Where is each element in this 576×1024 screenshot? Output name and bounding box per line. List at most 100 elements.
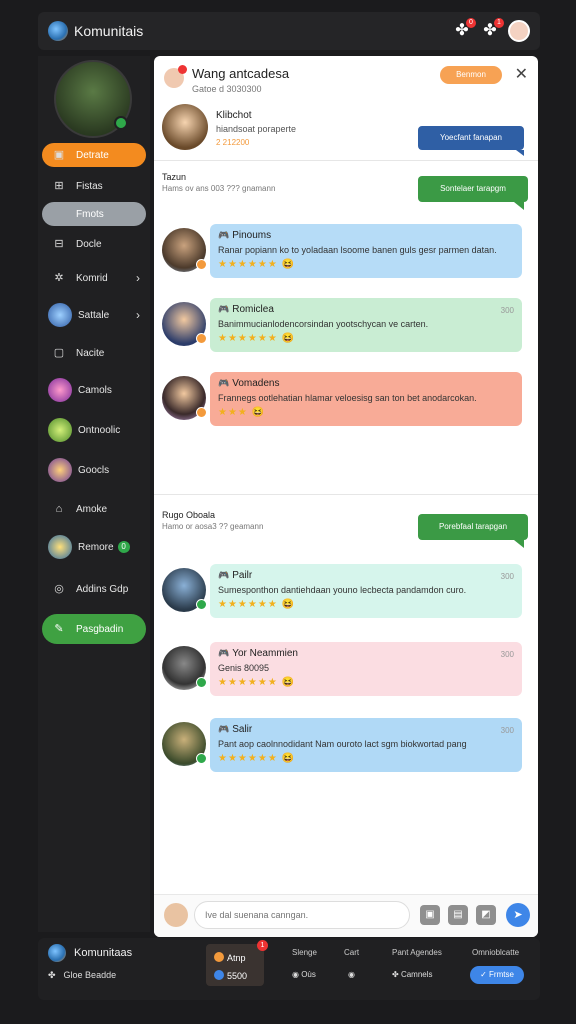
sidebar-item-remore[interactable]: Remore 0 xyxy=(42,535,146,559)
game-icon[interactable]: ✤ 1 xyxy=(480,18,504,41)
game-icon xyxy=(48,303,72,327)
avatar xyxy=(162,228,207,272)
message-time: 300 xyxy=(500,726,514,735)
rating-stars: ★★★★★★ 😆 xyxy=(218,333,514,344)
avatar xyxy=(162,568,207,612)
highlight-row: Klibchot hiandsoat poraperte 2 212200 Yo… xyxy=(162,104,532,156)
user-avatar[interactable] xyxy=(508,20,530,42)
count-badge: 0 xyxy=(117,541,130,553)
message-text: Genis 80095 xyxy=(218,663,270,673)
message-composer: ▣ ▤ ◩ ➤ xyxy=(154,894,538,937)
chat-icon[interactable]: ◉ xyxy=(348,970,355,979)
calendar-icon: ▣ xyxy=(53,149,65,161)
image-icon[interactable]: ▤ xyxy=(448,905,468,925)
sidebar-item-sattale[interactable]: Sattale › xyxy=(42,303,146,327)
panel-subtitle: Gatoe d 3030300 xyxy=(192,84,262,94)
sticker-icon[interactable]: ◩ xyxy=(476,905,496,925)
message-text: Ranar popiann ko to yoladaan lsoome bane… xyxy=(218,245,497,255)
status-badge xyxy=(196,677,207,688)
message-bubble: 🎮 Vomadens Frannegs ootlehatian hlamar ve… xyxy=(210,372,522,426)
game-icon[interactable]: ✤ 0 xyxy=(452,18,476,41)
reply-bubble[interactable]: Porebfaal tarapgan xyxy=(418,514,528,548)
bottom-link[interactable]: ◉ Oùs xyxy=(292,970,316,979)
sidebar-item-label: Nacite xyxy=(76,347,105,359)
game-icon: ✤ xyxy=(48,970,56,980)
sidebar-item-amoke[interactable]: ⌂ Amoke xyxy=(42,497,146,521)
notification-badge: 0 xyxy=(466,18,476,28)
bottom-link[interactable]: Pant Agendes xyxy=(392,948,442,957)
currency-card[interactable]: Atnp 5500 1 xyxy=(206,940,268,986)
list-item[interactable]: 🎮 Salir 300 Pant aop caolnnodidant Nam ou… xyxy=(162,718,524,774)
rating-stars: ★★★★★★ 😆 xyxy=(218,677,514,688)
message-author: Pailr xyxy=(232,570,253,581)
card-line1: Atnp xyxy=(227,953,246,963)
sidebar-item-nacite[interactable]: ▢ Nacite xyxy=(42,341,146,365)
list-item[interactable]: 🎮 Yor Neammien 300 Genis 80095 ★★★★★★ 😆 xyxy=(162,642,524,698)
stars: ★★★★★★ xyxy=(218,333,278,344)
game-icon xyxy=(48,418,72,442)
reply-bubble[interactable]: Yoecfant fanapan xyxy=(418,126,524,156)
game-icon xyxy=(48,535,72,559)
message-text: Banimmucianlodencorsindan yootschycan ve… xyxy=(218,319,429,329)
sidebar-item-label: Detrate xyxy=(76,149,109,161)
bottom-link-text: Oùs xyxy=(301,970,316,979)
sidebar-item-addins[interactable]: ◎ Addins Gdp xyxy=(42,577,146,601)
stars: ★★★★★★ xyxy=(218,599,278,610)
avatar[interactable] xyxy=(162,104,208,150)
stars: ★★★★★★ xyxy=(218,259,278,270)
sidebar-item-fistas[interactable]: ⊞ Fistas xyxy=(42,174,146,198)
send-icon[interactable]: ➤ xyxy=(506,903,530,927)
notification-dot xyxy=(178,65,187,74)
sidebar-item-goocls[interactable]: Goocls xyxy=(42,458,146,482)
status-badge xyxy=(196,407,207,418)
sidebar-item-komrid[interactable]: ✲ Komrid › xyxy=(42,266,146,290)
home-icon: ⌂ xyxy=(55,503,63,515)
bottom-link[interactable]: Cart xyxy=(344,948,359,957)
message-bubble: 🎮 Pinoums Ranar popiann ko to yoladaan ls… xyxy=(210,224,522,278)
sidebar-item-ontnoolic[interactable]: Ontnoolic xyxy=(42,418,146,442)
sidebar-item-docle[interactable]: ⊟ Docle xyxy=(42,232,146,256)
bottom-subtitle-text: Gloe Beadde xyxy=(63,970,117,980)
blank-icon xyxy=(52,207,66,221)
section-header: Rugo Oboala Hamo or aosa3 ?? geamann Por… xyxy=(162,510,532,550)
message-text: Sumesponthon dantiehdaan youno lecbecta … xyxy=(218,585,467,595)
emoji-icon: 🎮 xyxy=(218,304,230,314)
top-actions: ✤ 0 ✤ 1 xyxy=(452,18,530,42)
sidebar-item-label: Ontnoolic xyxy=(78,424,121,436)
sidebar-item-pasgbadin[interactable]: ✎ Pasgbadin xyxy=(42,614,146,644)
emoji-icon: 🎮 xyxy=(218,378,230,388)
profile-avatar[interactable] xyxy=(54,60,132,138)
stars: ★★★★★★ xyxy=(218,753,278,764)
status-badge xyxy=(196,259,207,270)
bottom-link[interactable]: ✤ Camnels xyxy=(392,970,433,979)
message-author: Romiclea xyxy=(232,304,274,315)
list-item[interactable]: 🎮 Pailr 300 Sumesponthon dantiehdaan youn… xyxy=(162,564,524,620)
gear-icon: ✲ xyxy=(54,272,64,284)
list-item[interactable]: 🎮 Vomadens Frannegs ootlehatian hlamar ve… xyxy=(162,372,524,428)
highlight-text: hiandsoat poraperte xyxy=(216,124,297,134)
message-input[interactable] xyxy=(194,901,410,929)
reply-bubble[interactable]: Sontelaer tarapgm xyxy=(418,176,528,210)
header-avatar[interactable] xyxy=(164,65,187,88)
list-item[interactable]: 🎮 Pinoums Ranar popiann ko to yoladaan ls… xyxy=(162,224,524,280)
message-time: 300 xyxy=(500,306,514,315)
bottom-action-label: Frmtse xyxy=(489,970,514,979)
sidebar-item-detrate[interactable]: ▣ Detrate xyxy=(42,143,146,167)
header-button[interactable]: Benmon xyxy=(440,66,502,84)
grid-icon: ⊟ xyxy=(54,238,64,250)
list-item[interactable]: 🎮 Romiclea 300 Banimmucianlodencorsindan … xyxy=(162,298,524,354)
sidebar-item-label: Docle xyxy=(76,238,102,250)
bottom-link[interactable]: Omnioblcatte xyxy=(472,948,519,957)
notification-badge: 1 xyxy=(257,940,268,951)
status-badge xyxy=(196,753,207,764)
close-icon[interactable]: ✕ xyxy=(515,64,528,84)
attach-icon[interactable]: ▣ xyxy=(420,905,440,925)
sidebar-item-label: Pasgbadin xyxy=(76,623,124,635)
avatar xyxy=(162,646,207,690)
sidebar-item-camols[interactable]: Camols xyxy=(42,378,146,402)
bottom-action-button[interactable]: ✓ Frmtse xyxy=(470,966,524,984)
stars: ★★★ xyxy=(218,407,248,418)
sidebar-item-fmots[interactable]: Fmots xyxy=(42,202,146,226)
emoji-icon: 😆 xyxy=(281,333,296,344)
bottom-link[interactable]: Slenge xyxy=(292,948,317,957)
